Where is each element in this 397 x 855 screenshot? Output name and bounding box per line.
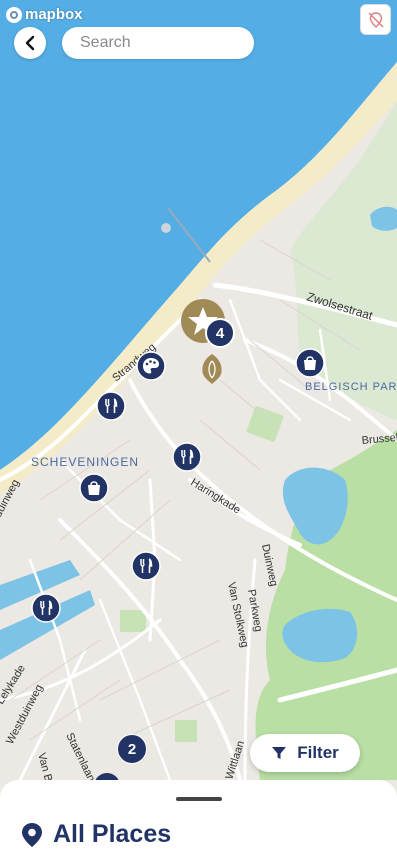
shop-marker-2[interactable] — [79, 473, 109, 508]
restaurant-marker-4[interactable] — [31, 593, 61, 628]
hide-markers-button[interactable] — [360, 4, 391, 35]
art-marker[interactable] — [136, 351, 166, 386]
logo-text: mapbox — [25, 6, 83, 23]
location-pin-icon — [22, 822, 42, 847]
palette-icon — [136, 351, 166, 381]
shopping-bag-icon — [79, 473, 109, 503]
search-bar[interactable] — [62, 27, 254, 59]
shopping-bag-icon — [295, 348, 325, 378]
leaf-marker[interactable] — [200, 353, 224, 385]
restaurant-marker-1[interactable] — [96, 391, 126, 426]
mapbox-mark-icon — [6, 6, 22, 23]
search-input[interactable] — [78, 33, 242, 53]
fork-knife-icon — [131, 551, 161, 581]
restaurant-marker-2[interactable] — [172, 442, 202, 477]
cluster-count: 2 — [127, 740, 137, 758]
chevron-left-icon — [25, 35, 35, 51]
location-off-icon — [368, 11, 383, 28]
cluster-marker-2[interactable]: 2 — [117, 734, 147, 764]
top-bar: mapbox — [0, 0, 397, 70]
bottom-sheet[interactable]: All Places — [0, 780, 397, 855]
cluster-count: 4 — [215, 324, 225, 342]
label-scheveningen: SCHEVENINGEN — [31, 455, 139, 469]
fork-knife-icon — [96, 391, 126, 421]
back-button[interactable] — [14, 27, 46, 59]
sheet-drag-handle[interactable] — [176, 797, 222, 801]
map-canvas[interactable]: Zwolsestraat Strandweg BELGISCH PARK Bru… — [0, 0, 397, 855]
fork-knife-icon — [172, 442, 202, 472]
fork-knife-icon — [31, 593, 61, 623]
sheet-header: All Places — [20, 820, 171, 849]
sheet-title: All Places — [53, 820, 172, 848]
shop-marker[interactable] — [295, 348, 325, 383]
cluster-marker-4[interactable]: 4 — [205, 318, 235, 348]
mapbox-logo[interactable]: mapbox — [6, 6, 83, 23]
restaurant-marker-3[interactable] — [131, 551, 161, 586]
filter-icon — [272, 747, 287, 759]
filter-label: Filter — [297, 743, 339, 762]
filter-button[interactable]: Filter — [250, 734, 360, 772]
